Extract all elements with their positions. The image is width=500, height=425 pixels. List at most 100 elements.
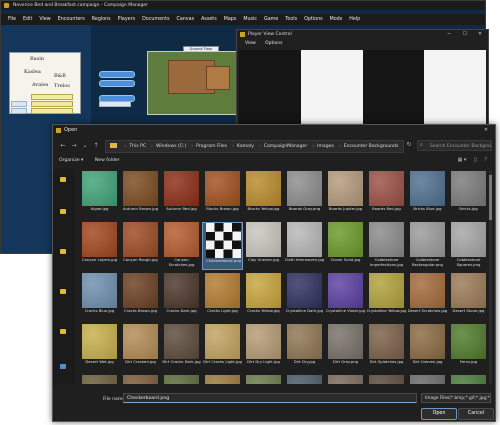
- file-item[interactable]: [325, 375, 366, 384]
- file-item[interactable]: Cobblestone Rectangular.png: [407, 222, 448, 270]
- menu-tools[interactable]: Tools: [285, 14, 297, 25]
- minimize-icon[interactable]: ─: [442, 30, 456, 39]
- menu-regions[interactable]: Regions: [92, 14, 111, 25]
- folder-icon[interactable]: [60, 249, 66, 254]
- menu-documents[interactable]: Documents: [142, 14, 169, 25]
- file-item[interactable]: Boards Red.jpg: [366, 171, 407, 219]
- search-input[interactable]: Search Encounter Backgroun...: [417, 140, 492, 151]
- file-item[interactable]: Canyon Scratches.jpg: [161, 222, 202, 270]
- file-item[interactable]: Dirt Splotches.jpg: [366, 324, 407, 372]
- file-item[interactable]: Canyon Layers.jpg: [79, 222, 120, 270]
- file-item[interactable]: [407, 375, 448, 384]
- refresh-icon[interactable]: ↻: [405, 141, 413, 149]
- file-item[interactable]: [161, 375, 202, 384]
- menu-view[interactable]: View: [245, 41, 256, 46]
- file-item[interactable]: Cracks Light.jpg: [202, 273, 243, 321]
- breadcrumb-item[interactable]: Encounter Backgrounds: [344, 144, 399, 149]
- file-item[interactable]: Autumn Brown.jpg: [120, 171, 161, 219]
- close-icon[interactable]: ✕: [479, 126, 493, 135]
- canvas-node[interactable]: [99, 80, 135, 87]
- file-item[interactable]: Ferns.jpg: [448, 324, 487, 372]
- menu-mods[interactable]: Mods: [330, 14, 343, 25]
- forward-icon[interactable]: →: [70, 142, 78, 150]
- file-item[interactable]: [79, 375, 120, 384]
- maximize-icon[interactable]: ☐: [458, 30, 472, 39]
- back-icon[interactable]: ←: [59, 142, 67, 150]
- folder-icon[interactable]: [60, 289, 66, 294]
- menu-canvas[interactable]: Canvas: [176, 14, 194, 25]
- scrollbar-thumb[interactable]: [489, 175, 492, 220]
- file-item[interactable]: [366, 375, 407, 384]
- file-item[interactable]: Cobblestone Squares.png: [448, 222, 487, 270]
- menu-assets[interactable]: Assets: [201, 14, 217, 25]
- menu-file[interactable]: File: [8, 14, 16, 25]
- file-item[interactable]: Clover Solid.jpg: [325, 222, 366, 270]
- file-item[interactable]: Desert Scratches.jpg: [407, 273, 448, 321]
- menu-view[interactable]: View: [39, 14, 50, 25]
- close-icon[interactable]: ✕: [473, 30, 487, 39]
- menu-options[interactable]: Options: [304, 14, 323, 25]
- file-item[interactable]: Crystalline Dark.jpg: [284, 273, 325, 321]
- breadcrumb-item[interactable]: Windows (C:): [156, 144, 186, 149]
- file-list-scrollbar[interactable]: [489, 171, 492, 384]
- file-item[interactable]: Dirt Cracks Dark.jpg: [161, 324, 202, 372]
- file-item[interactable]: Blocks Brown.jpg: [202, 171, 243, 219]
- file-item[interactable]: Cracks Yellow.jpg: [243, 273, 284, 321]
- file-item[interactable]: Cracks Dark.jpg: [161, 273, 202, 321]
- file-item[interactable]: Dirt Dry Light.jpg: [243, 324, 284, 372]
- file-item[interactable]: Dirt Cracks Light.jpg: [202, 324, 243, 372]
- file-item[interactable]: [284, 375, 325, 384]
- file-item[interactable]: Dirt Grey.png: [325, 324, 366, 372]
- menu-options[interactable]: Options: [265, 41, 282, 46]
- file-item[interactable]: Autumn Red.jpg: [161, 171, 202, 219]
- menu-music[interactable]: Music: [243, 14, 257, 25]
- file-item[interactable]: [202, 375, 243, 384]
- file-item[interactable]: Dirt Uneven.jpg: [407, 324, 448, 372]
- folder-icon[interactable]: [60, 329, 66, 334]
- file-item[interactable]: [448, 375, 487, 384]
- organize-button[interactable]: Organize ▾: [59, 158, 83, 163]
- file-item[interactable]: Algae.jpg: [79, 171, 120, 219]
- open-button[interactable]: Open: [421, 408, 457, 420]
- file-item[interactable]: Checkerboard.png: [202, 222, 243, 270]
- file-item[interactable]: [243, 375, 284, 384]
- file-item[interactable]: Bricks.jpg: [448, 171, 487, 219]
- breadcrumb-item[interactable]: Kamoly: [237, 144, 254, 149]
- file-item[interactable]: Canyon Rough.jpg: [120, 222, 161, 270]
- tree-node[interactable]: [31, 94, 73, 100]
- file-item[interactable]: Crystalline Violet.jpg: [325, 273, 366, 321]
- file-item[interactable]: [120, 375, 161, 384]
- menu-encounters[interactable]: Encounters: [58, 14, 85, 25]
- file-item[interactable]: Cracks Blue.jpg: [79, 273, 120, 321]
- new-folder-button[interactable]: New folder: [95, 158, 120, 163]
- chevron-down-icon[interactable]: ⌄: [81, 142, 89, 150]
- file-item[interactable]: Cobblestone Imperfections.jpg: [366, 222, 407, 270]
- map-card-ground-floor[interactable]: [147, 51, 239, 115]
- file-item[interactable]: Dirt Dry.jpg: [284, 324, 325, 372]
- file-item[interactable]: Crystalline Yellow.jpg: [366, 273, 407, 321]
- folder-icon[interactable]: [60, 209, 66, 214]
- file-item[interactable]: Desert Wet.jpg: [79, 324, 120, 372]
- cancel-button[interactable]: Cancel: [458, 408, 494, 420]
- menu-game[interactable]: Game: [264, 14, 278, 25]
- menu-maps[interactable]: Maps: [224, 14, 237, 25]
- breadcrumb-item[interactable]: Program Files: [196, 144, 227, 149]
- tree-node[interactable]: [11, 101, 27, 107]
- menu-players[interactable]: Players: [118, 14, 135, 25]
- file-name-input[interactable]: Checkerboard.png: [123, 393, 417, 403]
- file-item[interactable]: Blocks Yellow.jpg: [243, 171, 284, 219]
- pc-icon[interactable]: [60, 364, 66, 369]
- breadcrumb-item[interactable]: This PC: [129, 144, 146, 149]
- menu-edit[interactable]: Edit: [23, 14, 32, 25]
- breadcrumb-item[interactable]: CampaignManager: [264, 144, 307, 149]
- file-type-select[interactable]: Image Files(*.bmp;*.gif;*.jpg;*.j: [421, 393, 491, 403]
- file-item[interactable]: Desert Stone.jpg: [448, 273, 487, 321]
- file-item[interactable]: Cracks Brown.jpg: [120, 273, 161, 321]
- tree-node[interactable]: [31, 101, 73, 107]
- tree-node[interactable]: [11, 108, 27, 114]
- canvas-node[interactable]: [99, 101, 131, 107]
- breadcrumb-item[interactable]: Images: [317, 144, 334, 149]
- canvas-node[interactable]: [99, 71, 135, 78]
- help-icon[interactable]: ?: [484, 157, 487, 163]
- menu-help[interactable]: Help: [349, 14, 360, 25]
